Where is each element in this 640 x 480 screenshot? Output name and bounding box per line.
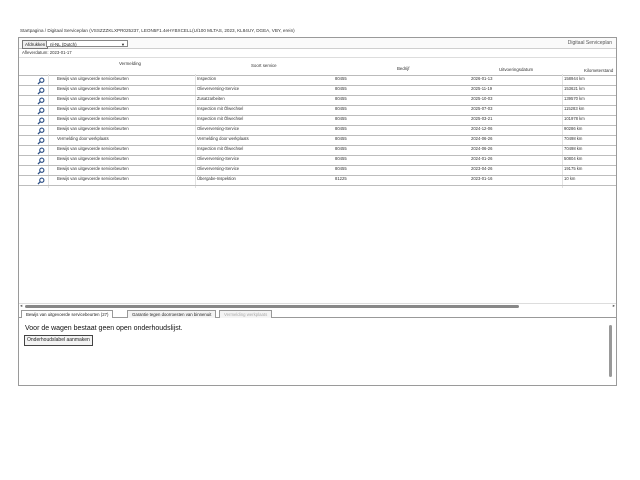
cell-soort-service: Olieverversing-Service — [197, 126, 240, 131]
cell-bedrijf: 81225 — [335, 176, 347, 181]
cell-vermelding: Bewijs van uitgevoerde servicebeurten — [57, 156, 129, 161]
cell-soort-service: Olieverversing-Service — [197, 156, 240, 161]
language-select[interactable]: nl-NL (Dutch) ▼ — [46, 40, 128, 47]
magnifier-icon[interactable] — [37, 147, 45, 155]
magnifier-icon[interactable] — [37, 177, 45, 185]
cell-uitvoeringsdatum: 2025-11-19 — [471, 86, 493, 91]
tab-vermelding-werkplaats[interactable]: Vermelding werkplaats — [219, 310, 273, 318]
cell-kilometerstand: 153621 km — [564, 86, 585, 91]
cell-soort-service: Vermelding door werkplaats — [197, 136, 249, 141]
cell-bedrijf: 80455 — [335, 86, 347, 91]
cell-kilometerstand: 10 km — [564, 176, 576, 181]
magnifier-icon[interactable] — [37, 157, 45, 165]
cell-uitvoeringsdatum: 2025-10-03 — [471, 96, 493, 101]
cell-uitvoeringsdatum: 2026-01-13 — [471, 76, 493, 81]
cell-soort-service: Olieverversing-Service — [197, 86, 240, 91]
magnifier-icon[interactable] — [37, 87, 45, 95]
cell-vermelding: Bewijs van uitgevoerde servicebeurten — [57, 96, 129, 101]
cell-uitvoeringsdatum: 2024-06-26 — [471, 136, 493, 141]
cell-bedrijf: 80455 — [335, 96, 347, 101]
cell-vermelding: Bewijs van uitgevoerde servicebeurten — [57, 146, 129, 151]
cell-soort-service: Inspection mit Ölwechsel — [197, 116, 244, 121]
no-open-list-message: Voor de wagen bestaat geen open onderhou… — [25, 325, 183, 332]
cell-uitvoeringsdatum: 2024-01-26 — [471, 156, 493, 161]
cell-vermelding: Bewijs van uitgevoerde servicebeurten — [57, 86, 129, 91]
tab-bar: Bewijs van uitgevoerde servicebeurten (2… — [19, 309, 616, 318]
cell-uitvoeringsdatum: 2025-03-21 — [471, 116, 493, 121]
cell-kilometerstand: 90286 km — [564, 126, 583, 131]
cell-vermelding: Bewijs van uitgevoerde servicebeurten — [57, 126, 129, 131]
cell-kilometerstand: 19175 km — [564, 166, 583, 171]
header-soort-service[interactable]: Soort service — [251, 63, 277, 68]
cell-vermelding: Vermelding door werkplaats — [57, 136, 109, 141]
magnifier-icon[interactable] — [37, 167, 45, 175]
cell-vermelding: Bewijs van uitgevoerde servicebeurten — [57, 176, 129, 181]
cell-bedrijf: 80455 — [335, 106, 347, 111]
magnifier-icon[interactable] — [37, 77, 45, 85]
cell-bedrijf: 80455 — [335, 136, 347, 141]
cell-kilometerstand: 139570 km — [564, 96, 585, 101]
cell-uitvoeringsdatum: 2023-01-16 — [471, 176, 493, 181]
cell-soort-service: Inspection mit Ölwechsel — [197, 106, 244, 111]
cell-soort-service: Inspection mit Ölwechsel — [197, 146, 244, 151]
cell-soort-service: Inspection — [197, 76, 217, 81]
magnifier-icon[interactable] — [37, 127, 45, 135]
tab-garantie-doorroesten[interactable]: Garantie tegen doorroesten van binnenuit — [127, 310, 217, 318]
tab-panel: Voor de wagen bestaat geen open onderhou… — [19, 318, 616, 385]
vertical-scrollbar[interactable] — [609, 322, 613, 382]
print-button[interactable]: Afdrukken — [22, 40, 49, 49]
table-row[interactable]: Bewijs van uitgevoerde servicebeurten Übe… — [19, 175, 616, 186]
tab-servicebeurten[interactable]: Bewijs van uitgevoerde servicebeurten (2… — [21, 310, 114, 318]
cell-uitvoeringsdatum: 2023-04-26 — [471, 166, 493, 171]
header-vermelding[interactable]: Vermelding — [119, 61, 141, 66]
cell-soort-service: Olieverversing-Service — [197, 166, 240, 171]
magnifier-icon[interactable] — [37, 137, 45, 145]
scrollbar-thumb[interactable] — [609, 325, 612, 377]
cell-vermelding: Bewijs van uitgevoerde servicebeurten — [57, 106, 129, 111]
cell-kilometerstand: 115283 km — [564, 106, 585, 111]
cell-vermelding: Bewijs van uitgevoerde servicebeurten — [57, 166, 129, 171]
toolbar: Afdrukken nl-NL (Dutch) ▼ Digitaal Servi… — [19, 38, 616, 49]
cell-vermelding: Bewijs van uitgevoerde servicebeurten — [57, 116, 129, 121]
cell-kilometerstand: 50804 km — [564, 156, 583, 161]
cell-soort-service: Übergabe-Inspektion — [197, 176, 236, 181]
magnifier-icon[interactable] — [37, 117, 45, 125]
cell-bedrijf: 80455 — [335, 76, 347, 81]
cell-uitvoeringsdatum: 2024-12-06 — [471, 126, 493, 131]
cell-bedrijf: 80455 — [335, 166, 347, 171]
page-title: Startpagina / Digitaal Serviceplan (VSSZ… — [20, 28, 295, 33]
cell-kilometerstand: 158944 km — [564, 76, 585, 81]
cell-bedrijf: 80455 — [335, 126, 347, 131]
service-plan-window: Afdrukken nl-NL (Dutch) ▼ Digitaal Servi… — [18, 37, 617, 386]
magnifier-icon[interactable] — [37, 97, 45, 105]
app-label: Digitaal Serviceplan — [567, 40, 612, 46]
magnifier-icon[interactable] — [37, 107, 45, 115]
cell-kilometerstand: 101978 km — [564, 116, 585, 121]
header-kilometerstand[interactable]: Kilometerstand — [584, 68, 613, 73]
cell-uitvoeringsdatum: 2024-06-26 — [471, 146, 493, 151]
cell-uitvoeringsdatum: 2025-07-03 — [471, 106, 493, 111]
cell-vermelding: Bewijs van uitgevoerde servicebeurten — [57, 76, 129, 81]
language-select-value: nl-NL (Dutch) — [50, 42, 77, 47]
create-maintenance-label-button[interactable]: Onderhoudslabel aanmaken — [24, 335, 93, 346]
header-bedrijf[interactable]: Bedrijf — [397, 66, 409, 71]
chevron-down-icon: ▼ — [121, 42, 125, 47]
header-uitvoeringsdatum[interactable]: Uitvoeringsdatum — [499, 67, 533, 72]
report-date: Afleverdatum: 2023-01-17 — [22, 50, 72, 55]
scrollbar-thumb[interactable] — [25, 305, 519, 308]
cell-bedrijf: 80455 — [335, 146, 347, 151]
cell-bedrijf: 80455 — [335, 156, 347, 161]
cell-soort-service: Zusatzarbeiten — [197, 96, 225, 101]
cell-bedrijf: 80455 — [335, 116, 347, 121]
cell-kilometerstand: 70498 km — [564, 146, 583, 151]
table-header: Vermelding Soort service Bedrijf Uitvoer… — [19, 57, 616, 76]
cell-kilometerstand: 70498 km — [564, 136, 583, 141]
